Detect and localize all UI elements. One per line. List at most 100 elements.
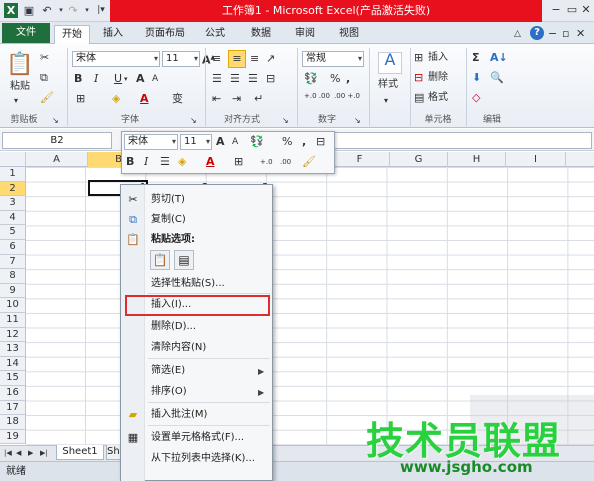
tab-review[interactable]: 审阅 <box>288 25 322 44</box>
mini-format-painter-icon[interactable]: 🖌 <box>302 155 316 169</box>
ribbon-restore-icon[interactable]: ▫ <box>562 27 569 41</box>
decrease-decimal-button[interactable]: .00 +.0 <box>334 92 360 100</box>
percent-style-button[interactable]: % <box>330 72 340 86</box>
decrease-indent-icon[interactable]: ⇤ <box>212 92 221 106</box>
increase-indent-icon[interactable]: ⇥ <box>232 92 241 106</box>
column-header[interactable]: A <box>26 152 88 167</box>
menu-item-format-cells[interactable]: 设置单元格格式(F)... <box>151 430 244 446</box>
clipboard-launcher-icon[interactable]: ↘ <box>52 114 59 128</box>
tab-data[interactable]: 数据 <box>244 25 278 44</box>
bold-icon[interactable]: B <box>74 72 82 86</box>
column-header[interactable]: I <box>506 152 566 167</box>
row-header[interactable]: 2 <box>0 181 26 197</box>
tab-formulas[interactable]: 公式 <box>198 25 232 44</box>
mini-accounting-icon[interactable]: 💱 <box>250 135 264 149</box>
minimize-icon[interactable]: − <box>548 2 564 18</box>
delete-cells-button[interactable]: 删除 <box>428 71 448 85</box>
fill-icon[interactable]: ⬇ <box>472 71 481 85</box>
mini-font-color-icon[interactable]: A <box>206 155 215 169</box>
copy-icon[interactable]: ⧉ <box>40 71 48 85</box>
align-bottom-icon[interactable]: ≡ <box>250 52 259 66</box>
autosum-icon[interactable]: Σ <box>472 51 480 65</box>
number-launcher-icon[interactable]: ↘ <box>354 114 361 128</box>
paste-option-icon[interactable]: 📋 <box>150 250 170 270</box>
mini-bold-icon[interactable]: B <box>126 155 134 169</box>
mini-fill-color-icon[interactable]: ◈ <box>178 155 186 169</box>
merge-center-icon[interactable]: ⊟ <box>266 72 275 86</box>
wrap-text-icon[interactable]: ↵ <box>254 92 263 106</box>
format-cells-button[interactable]: 格式 <box>428 91 448 105</box>
comma-style-button[interactable]: , <box>346 72 350 86</box>
mini-merge-icon[interactable]: ⊟ <box>316 135 325 149</box>
row-header[interactable]: 12 <box>0 327 26 343</box>
row-header[interactable]: 6 <box>0 240 26 255</box>
font-size-combo[interactable]: 11 ▾ <box>162 51 200 67</box>
align-right-icon[interactable]: ☰ <box>248 72 258 86</box>
row-header[interactable]: 16 <box>0 386 26 401</box>
tab-insert[interactable]: 插入 <box>96 25 130 44</box>
menu-item-insert-comment[interactable]: 插入批注(M) <box>151 407 207 423</box>
redo-icon[interactable]: ↷ <box>66 3 80 18</box>
menu-item-sort[interactable]: 排序(O) <box>151 384 187 400</box>
mini-increase-decimal-icon[interactable]: +.0 <box>260 155 273 169</box>
row-header[interactable]: 14 <box>0 356 26 372</box>
formula-input[interactable] <box>330 132 592 149</box>
shrink-font-size-icon[interactable]: A <box>152 72 158 86</box>
align-top-icon[interactable]: ≡ <box>212 52 221 66</box>
accounting-format-icon[interactable]: 💱 <box>304 72 318 86</box>
paste-button-label[interactable]: 粘贴 <box>10 80 30 94</box>
clear-icon[interactable]: ◇ <box>472 91 480 105</box>
cut-icon[interactable]: ✂ <box>40 51 49 65</box>
menu-item-clear-contents[interactable]: 清除内容(N) <box>151 340 206 356</box>
column-header[interactable]: G <box>390 152 448 167</box>
styles-icon[interactable]: A <box>378 52 402 74</box>
font-name-combo[interactable]: 宋体 ▾ <box>72 51 160 67</box>
sheet-next-icon[interactable]: ▶ <box>28 446 33 460</box>
menu-item-filter[interactable]: 筛选(E) <box>151 363 185 379</box>
mini-comma-button[interactable]: , <box>302 135 306 149</box>
insert-cells-button[interactable]: 插入 <box>428 51 448 65</box>
customize-qat-icon[interactable]: |▾ <box>94 3 108 18</box>
tab-file[interactable]: 文件 <box>2 23 50 43</box>
menu-item-pick-from-list[interactable]: 从下拉列表中选择(K)... <box>151 451 255 467</box>
ribbon-close-icon[interactable]: ✕ <box>576 27 585 41</box>
help-icon[interactable]: ? <box>530 26 544 40</box>
row-header[interactable]: 11 <box>0 313 26 328</box>
tab-page-layout[interactable]: 页面布局 <box>140 25 190 44</box>
row-header[interactable]: 8 <box>0 269 26 284</box>
save-icon[interactable]: ▣ <box>22 3 36 18</box>
menu-item-copy[interactable]: 复制(C) <box>151 212 186 228</box>
collapse-ribbon-icon[interactable]: △ <box>514 27 521 41</box>
paste-icon[interactable]: 📋 <box>6 50 33 80</box>
select-all-corner[interactable] <box>0 152 26 167</box>
mini-font-name-combo[interactable]: 宋体 ▾ <box>124 134 178 150</box>
name-box[interactable]: B2 <box>2 132 112 149</box>
styles-dropdown-icon[interactable]: ▾ <box>384 94 388 108</box>
mini-shrink-font-icon[interactable]: A <box>232 135 238 149</box>
mini-italic-icon[interactable]: I <box>144 155 148 169</box>
italic-icon[interactable]: I <box>94 72 98 86</box>
format-painter-icon[interactable]: 🖌 <box>40 91 54 105</box>
underline-icon[interactable]: U <box>114 72 122 86</box>
delete-cells-icon[interactable]: ⊟ <box>414 71 423 85</box>
menu-item-delete[interactable]: 删除(D)... <box>151 319 196 335</box>
paste-values-icon[interactable]: ▤ <box>174 250 194 270</box>
phonetic-icon[interactable]: 变 <box>172 92 183 106</box>
alignment-launcher-icon[interactable]: ↘ <box>282 114 289 128</box>
font-launcher-icon[interactable]: ↘ <box>190 114 197 128</box>
format-cells-icon[interactable]: ▤ <box>414 91 424 105</box>
row-header[interactable]: 4 <box>0 210 26 226</box>
paste-dropdown-icon[interactable]: ▾ <box>14 94 18 108</box>
sheet-first-icon[interactable]: |◀ <box>4 446 12 460</box>
row-header[interactable]: 10 <box>0 298 26 313</box>
sheet-tab-sheet1[interactable]: Sheet1 <box>56 445 104 460</box>
grow-font-size-icon[interactable]: A <box>136 72 145 86</box>
row-header[interactable]: 13 <box>0 342 26 357</box>
ribbon-minimize-icon[interactable]: − <box>548 27 557 41</box>
sheet-prev-icon[interactable]: ◀ <box>16 446 21 460</box>
row-header[interactable]: 9 <box>0 283 26 299</box>
underline-dropdown-icon[interactable]: ▾ <box>124 72 128 86</box>
column-header[interactable]: H <box>448 152 506 167</box>
row-header[interactable]: 7 <box>0 254 26 270</box>
column-header[interactable]: F <box>330 152 390 167</box>
